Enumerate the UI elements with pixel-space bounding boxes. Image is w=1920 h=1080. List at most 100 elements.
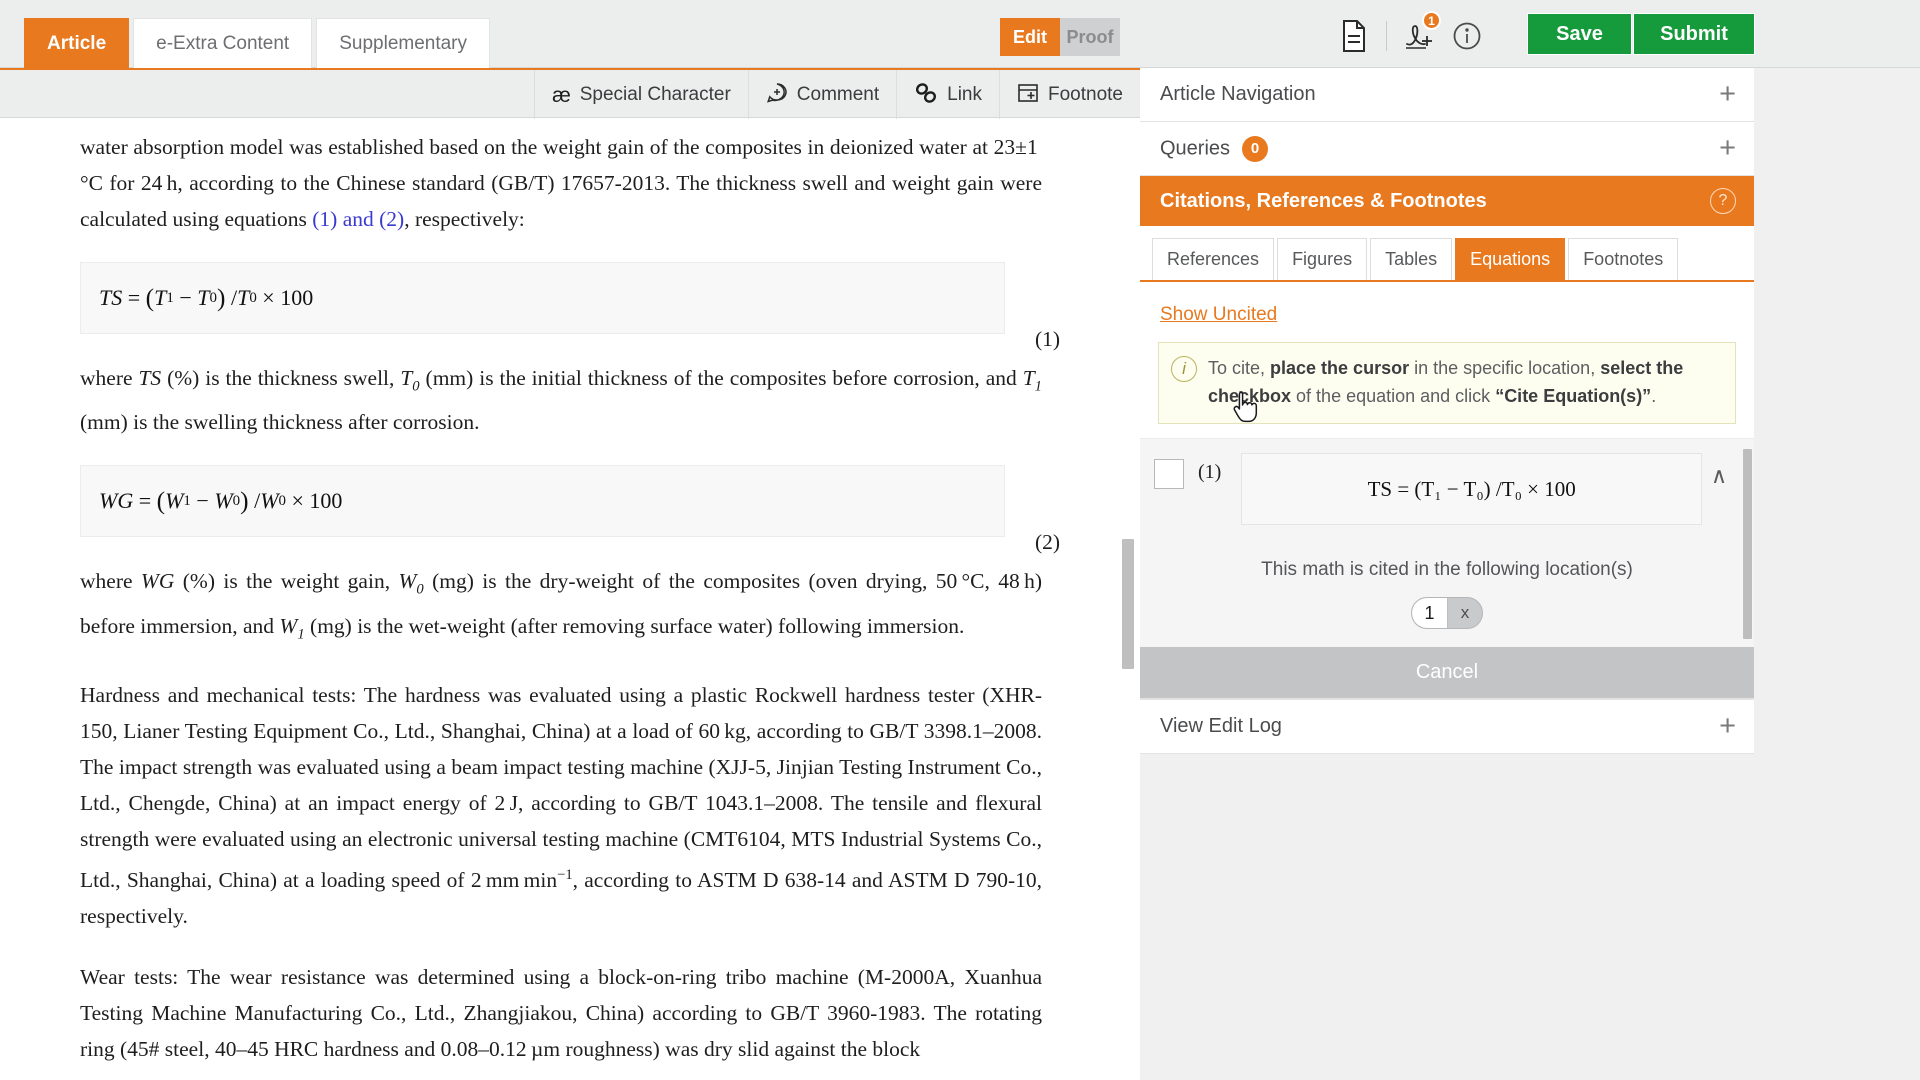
footnote-button[interactable]: Footnote [999, 70, 1140, 120]
citations-panel-body: References Figures Tables Equations Foot… [1140, 226, 1754, 700]
editor-toolbar: æ Special Character Comment Link Footnot… [0, 68, 1140, 120]
proof-mode-button[interactable]: Proof [1060, 18, 1120, 56]
eq1-var1: T [154, 285, 167, 310]
eq2-open-paren: ( [156, 486, 166, 515]
notice-seg6: “Cite Equation(s)” [1495, 386, 1652, 406]
eq2-var3: W [260, 488, 279, 514]
top-bar: Article e-Extra Content Supplementary Ed… [0, 0, 1920, 68]
cited-locations-note: This math is cited in the following loca… [1261, 559, 1633, 580]
tab-supplementary[interactable]: Supplementary [316, 18, 491, 68]
mode-toggle-group: Edit Proof [1000, 18, 1120, 56]
equation-2-box[interactable]: WG = (W 1 − W 0) / W 0 × 100 [80, 465, 1005, 538]
cite-instructions-text: To cite, place the cursor in the specifi… [1208, 354, 1721, 410]
eq2-close-paren: ) [240, 486, 249, 515]
tab-article[interactable]: Article [24, 18, 130, 68]
cited-location-chips: 1 x [1140, 597, 1754, 629]
subtab-equations[interactable]: Equations [1455, 238, 1566, 280]
signature-add-icon[interactable]: 1 [1395, 11, 1443, 58]
article-navigation-expand-icon[interactable]: + [1719, 80, 1736, 109]
para3-w0-symbol: W [398, 569, 417, 594]
subtab-references-label: References [1167, 249, 1260, 269]
link-label: Link [947, 84, 982, 105]
accordion-queries[interactable]: Queries 0 + [1140, 122, 1754, 176]
tab-e-extra-content-label: e-Extra Content [156, 32, 290, 54]
paragraph-wear-tests: Wear tests: The wear resistance was dete… [80, 965, 1042, 1062]
equation-2-number: (2) [1035, 530, 1061, 555]
info-italic-icon: i [1171, 356, 1197, 382]
document-viewport[interactable]: water absorption model was established b… [0, 119, 1140, 1080]
notice-seg7: . [1651, 386, 1657, 406]
view-edit-log-label: View Edit Log [1160, 715, 1282, 737]
eq1-open-paren: ( [145, 283, 155, 312]
edit-mode-button[interactable]: Edit [1000, 18, 1060, 56]
cited-location-chip[interactable]: 1 x [1411, 597, 1483, 629]
notice-seg1: To cite, [1208, 358, 1271, 378]
eq1-var3: T [237, 285, 250, 310]
submit-button[interactable]: Submit [1633, 13, 1755, 55]
cited-location-number[interactable]: 1 [1412, 598, 1448, 628]
subtab-figures-label: Figures [1292, 249, 1353, 269]
subtab-references[interactable]: References [1152, 238, 1275, 280]
proof-mode-label: Proof [1066, 26, 1114, 47]
eq1-equals: = [127, 285, 141, 310]
eq2-lhs: WG [99, 488, 134, 514]
special-character-button[interactable]: æ Special Character [534, 70, 748, 120]
tab-supplementary-label: Supplementary [339, 32, 468, 54]
eq1-var2-sub: 0 [209, 289, 217, 306]
paragraph-where-ts: where TS (%) is the thickness swell, T0 … [80, 360, 1042, 440]
link-chain-icon [914, 82, 938, 108]
accordion-citations-references-footnotes[interactable]: Citations, References & Footnotes ? [1140, 176, 1754, 226]
eq2-var2: W [214, 488, 233, 514]
equation-citation-list: (1) TS = (T₁ − T₀) /T₀ × 100 ∧ This math… [1140, 438, 1754, 647]
subtab-footnotes-label: Footnotes [1583, 249, 1664, 269]
view-edit-log-expand-icon[interactable]: + [1719, 712, 1736, 741]
comment-plus-icon [766, 82, 788, 108]
comment-button[interactable]: Comment [747, 70, 896, 120]
equation-list-scrollbar-thumb[interactable] [1743, 449, 1752, 639]
eq2-minus: − [196, 488, 209, 514]
signature-badge-count: 1 [1422, 11, 1441, 30]
para2-seg1: where [80, 366, 139, 390]
equation-reference-link[interactable]: (1) and (2) [312, 207, 404, 231]
equation-1-box[interactable]: TS = (T 1 − T 0) / T 0 × 100 [80, 262, 1005, 334]
cancel-button[interactable]: Cancel [1140, 647, 1754, 699]
eq2-var3-sub: 0 [278, 492, 286, 509]
equation-item-preview[interactable]: TS = (T₁ − T₀) /T₀ × 100 [1241, 453, 1702, 525]
equation-item-collapse-icon[interactable]: ∧ [1702, 463, 1736, 489]
eq1-close-paren: ) [217, 283, 226, 312]
equation-select-checkbox[interactable] [1154, 459, 1184, 489]
subtab-footnotes[interactable]: Footnotes [1568, 238, 1679, 280]
accordion-view-edit-log[interactable]: View Edit Log + [1140, 700, 1754, 754]
accordion-article-navigation[interactable]: Article Navigation + [1140, 68, 1754, 122]
queries-count-badge: 0 [1242, 135, 1269, 162]
queries-label: Queries [1160, 136, 1231, 159]
ae-ligature-icon: æ [552, 83, 571, 107]
info-icon[interactable] [1443, 14, 1491, 58]
show-uncited-link[interactable]: Show Uncited [1160, 304, 1277, 326]
tab-e-extra-content[interactable]: e-Extra Content [133, 18, 313, 68]
equation-list-item: (1) TS = (T₁ − T₀) /T₀ × 100 ∧ [1140, 453, 1754, 525]
document-scrollbar-thumb[interactable] [1122, 539, 1134, 669]
para1-plusminus: ± [1015, 135, 1027, 159]
equation-item-number: (1) [1198, 461, 1222, 483]
equation-row-2: WG = (W 1 − W 0) / W 0 × 100 (2) [80, 465, 1060, 554]
paragraph-hardness-tests: Hardness and mechanical tests: The hardn… [80, 677, 1042, 934]
footnote-label: Footnote [1048, 84, 1123, 105]
para2-seg4: (mm) is the swelling thickness after cor… [80, 410, 480, 435]
notice-seg5: of the equation and click [1291, 386, 1496, 406]
eq1-lhs: TS [99, 285, 123, 310]
save-button[interactable]: Save [1527, 13, 1632, 55]
link-button[interactable]: Link [896, 70, 999, 120]
top-icon-group: 1 [1330, 11, 1491, 58]
cite-instructions-notice: i To cite, place the cursor in the speci… [1158, 342, 1736, 424]
eq1-times: × [262, 285, 275, 310]
help-icon[interactable]: ? [1710, 188, 1736, 214]
subtab-figures[interactable]: Figures [1277, 238, 1368, 280]
para1-seg1: water absorption model was established b… [80, 135, 1016, 159]
para4-superscript: −1 [557, 866, 573, 883]
cited-location-remove-icon[interactable]: x [1448, 598, 1482, 628]
document-icon[interactable] [1330, 14, 1378, 58]
para3-w1-symbol: W [279, 613, 298, 638]
queries-expand-icon[interactable]: + [1719, 134, 1736, 163]
subtab-tables[interactable]: Tables [1370, 238, 1453, 280]
